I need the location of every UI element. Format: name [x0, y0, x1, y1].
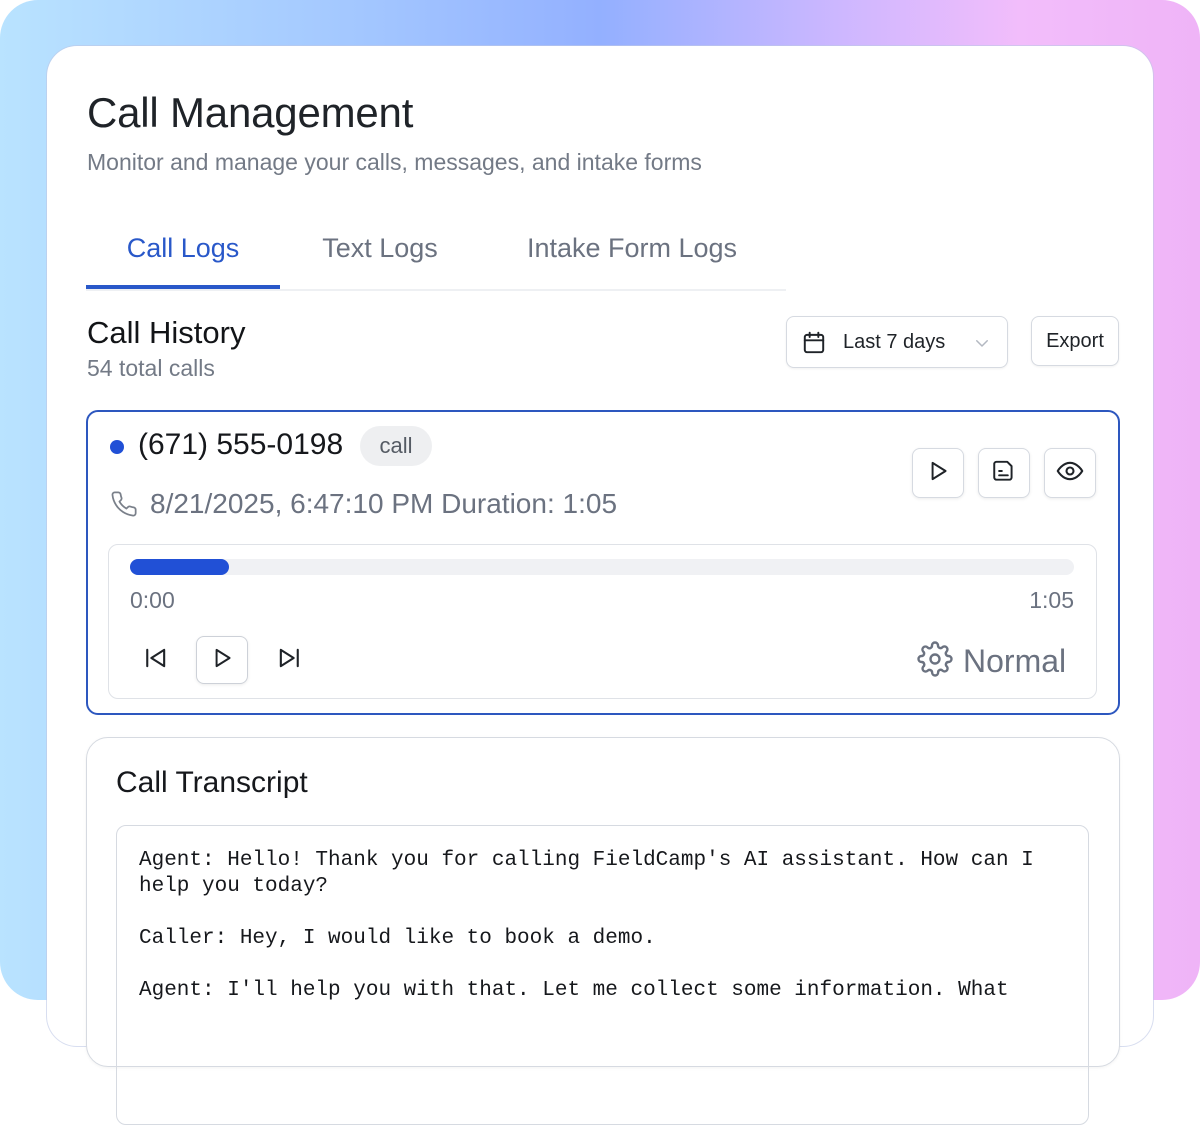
playback-speed-control[interactable]: Normal [917, 639, 1066, 683]
phone-icon [110, 490, 138, 523]
current-time: 0:00 [130, 587, 175, 613]
export-button[interactable]: Export [1031, 316, 1119, 366]
view-transcript-button[interactable] [978, 448, 1030, 498]
transcript-icon [991, 458, 1017, 489]
caller-phone-number: (671) 555-0198 [138, 428, 344, 461]
play-icon [925, 458, 951, 489]
call-log-card[interactable]: (671) 555-0198 call 8/21/2025, 6:47:10 P… [86, 410, 1120, 715]
transcript-box[interactable]: Agent: Hello! Thank you for calling Fiel… [116, 825, 1089, 1125]
call-type-badge: call [360, 426, 432, 466]
status-dot [110, 440, 124, 454]
calendar-icon [801, 330, 827, 361]
tab-bar: Call Logs Text Logs Intake Form Logs [86, 215, 786, 291]
playback-speed-label: Normal [963, 642, 1067, 679]
call-management-panel: Call Management Monitor and manage your … [47, 46, 1153, 1125]
skip-back-icon [142, 644, 170, 677]
call-history-title: Call History [87, 315, 246, 350]
chevron-down-icon [973, 334, 991, 357]
call-duration: 1:05 [562, 488, 618, 519]
skip-forward-button[interactable] [263, 636, 315, 684]
call-transcript-card: Call Transcript Agent: Hello! Thank you … [86, 737, 1120, 1125]
audio-player: 0:00 1:05 Normal [108, 544, 1097, 699]
tab-intake-form-logs[interactable]: Intake Form Logs [496, 215, 768, 289]
play-icon [209, 645, 235, 676]
play-pause-button[interactable] [196, 636, 248, 684]
date-range-label: Last 7 days [843, 331, 946, 353]
total-calls-count: 54 total calls [87, 355, 215, 381]
eye-icon [1056, 457, 1084, 490]
tab-call-logs[interactable]: Call Logs [86, 215, 280, 289]
total-time: 1:05 [1029, 587, 1074, 613]
tab-text-logs[interactable]: Text Logs [292, 215, 468, 289]
view-details-button[interactable] [1044, 448, 1096, 498]
progress-fill [130, 559, 230, 575]
gear-icon [917, 640, 953, 682]
duration-label: Duration: [441, 488, 555, 519]
call-meta: 8/21/2025, 6:47:10 PM Duration: 1:05 [150, 488, 617, 520]
date-range-select[interactable]: Last 7 days [786, 316, 1008, 368]
progress-track[interactable] [130, 559, 1074, 575]
page-title: Call Management [87, 89, 414, 136]
play-recording-button[interactable] [912, 448, 964, 498]
transcript-text: Agent: Hello! Thank you for calling Fiel… [139, 849, 1034, 1002]
call-datetime: 8/21/2025, 6:47:10 PM [150, 488, 434, 519]
skip-forward-icon [275, 644, 303, 677]
skip-back-button[interactable] [130, 636, 182, 684]
transcript-title: Call Transcript [116, 766, 308, 799]
page-subtitle: Monitor and manage your calls, messages,… [87, 149, 702, 175]
